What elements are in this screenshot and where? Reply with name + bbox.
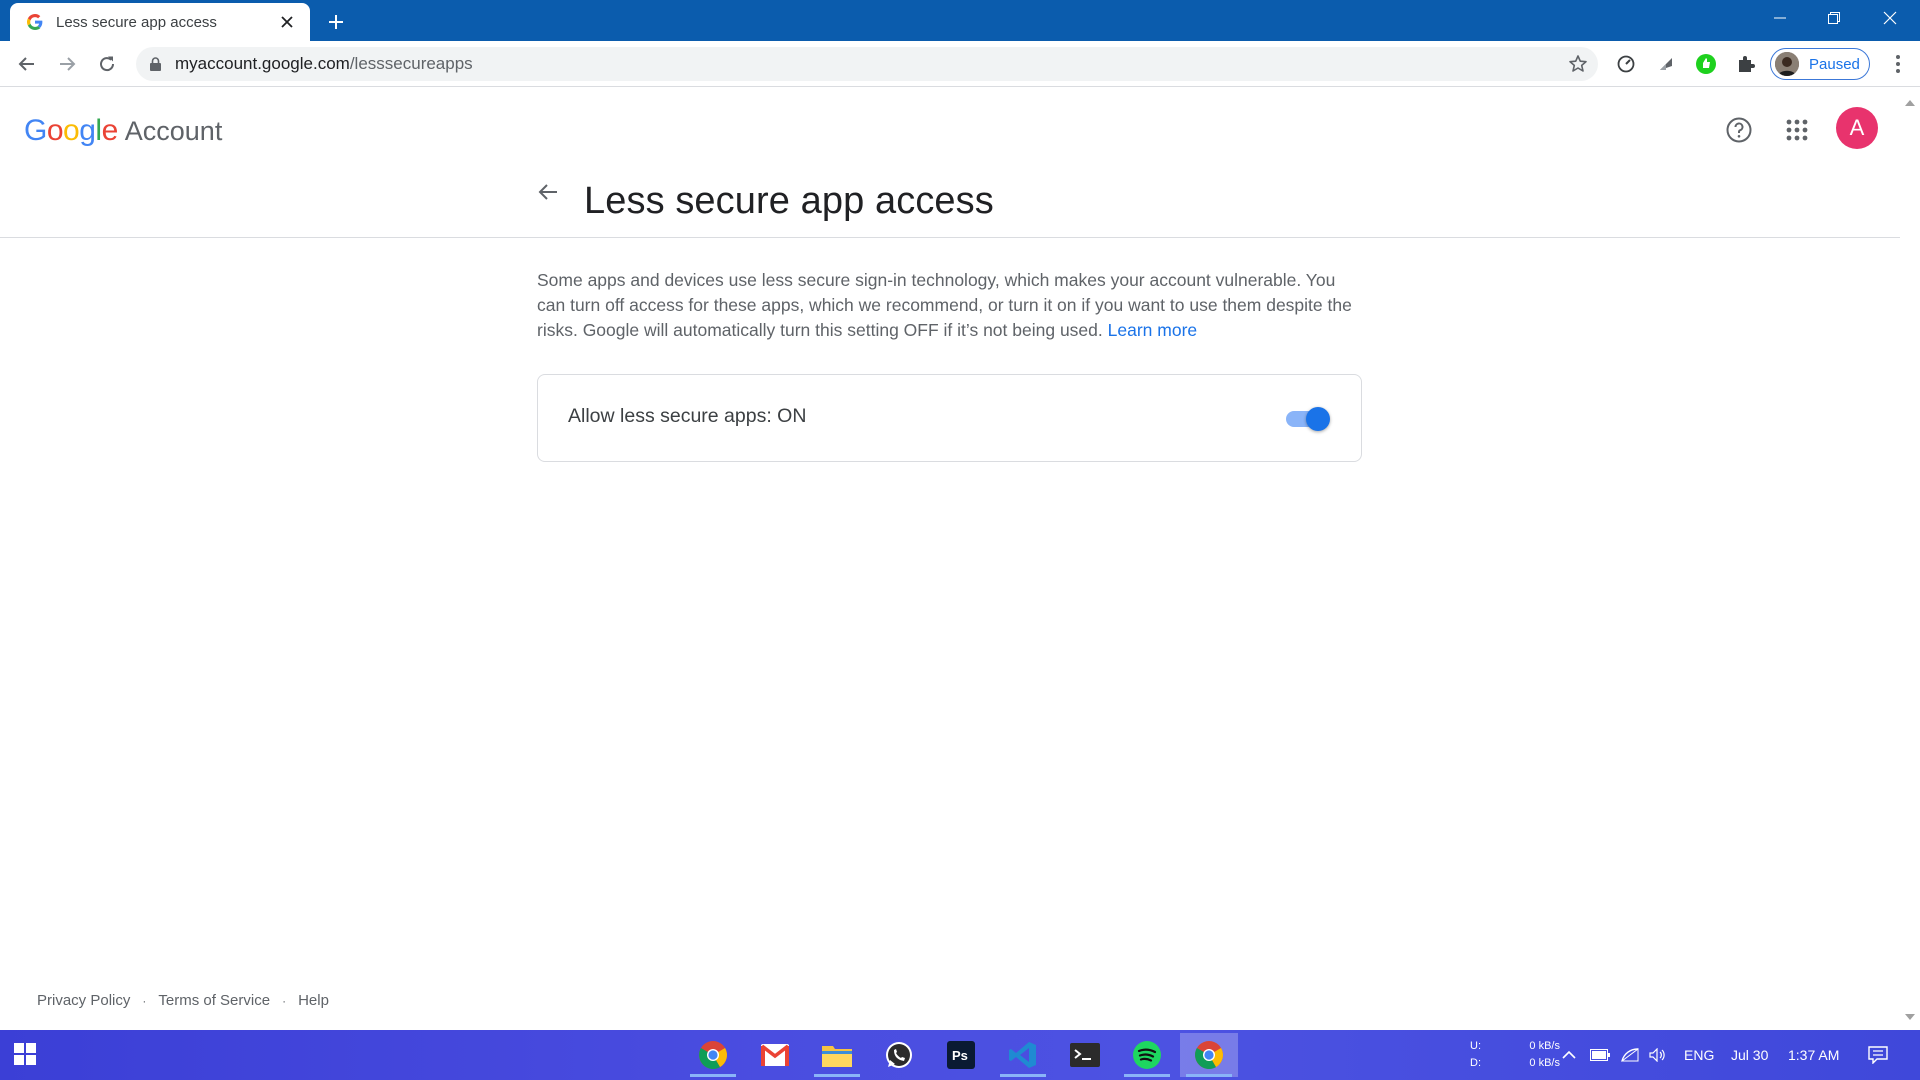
extensions-puzzle-icon[interactable] [1732,50,1760,78]
page-scrollbar[interactable] [1900,88,1920,1030]
windows-taskbar: Ps U: 0 kB/s D: 0 kB/s ENG Jul 30 1:37 AM [0,1030,1920,1080]
address-bar[interactable]: myaccount.google.com/lesssecureapps [136,47,1598,81]
notifications-icon[interactable] [1868,1030,1888,1080]
running-indicator [1124,1074,1170,1077]
page-content: Google Account A Less secure app access … [0,88,1900,1030]
help-icon[interactable] [1719,110,1759,150]
url-domain: myaccount.google.com [175,54,350,73]
show-hidden-icons-chevron-icon[interactable] [1562,1030,1576,1080]
bookmark-star-icon[interactable] [1568,54,1588,79]
logo-letter: e [101,114,119,147]
spotify-icon[interactable] [1118,1033,1176,1077]
running-indicator [814,1074,860,1077]
volume-icon[interactable] [1649,1030,1667,1080]
date-label[interactable]: Jul 30 [1731,1030,1768,1080]
vscode-icon[interactable] [994,1033,1052,1077]
gmail-icon[interactable] [746,1033,804,1077]
logo-letter: o [63,114,80,147]
forward-icon[interactable] [51,48,83,80]
profile-photo-icon [1775,52,1799,76]
learn-more-link[interactable]: Learn more [1108,320,1198,340]
setting-card[interactable]: Allow less secure apps: ON [537,374,1362,462]
running-indicator [1000,1074,1046,1077]
account-avatar[interactable]: A [1836,107,1878,149]
description-body: Some apps and devices use less secure si… [537,270,1352,340]
setting-label: Allow less secure apps: ON [568,405,807,427]
google-apps-grid-icon[interactable] [1777,110,1817,150]
download-label: D: [1470,1057,1481,1069]
minimize-window-icon[interactable] [1752,0,1808,36]
privacy-policy-link[interactable]: Privacy Policy [37,992,130,1009]
google-logo: Google [24,114,118,148]
windows-start-icon[interactable] [14,1043,36,1070]
google-account-logo[interactable]: Google Account [24,114,222,148]
chrome-icon[interactable] [684,1033,742,1077]
browser-titlebar: Less secure app access [0,0,1920,41]
close-window-icon[interactable] [1862,0,1918,36]
upload-speed: 0 kB/s [1529,1040,1560,1052]
flame-extension-icon[interactable] [1652,50,1680,78]
logo-letter: g [79,114,96,147]
photoshop-icon[interactable]: Ps [932,1033,990,1077]
browser-toolbar: myaccount.google.com/lesssecureapps Paus… [0,41,1920,87]
profile-button[interactable]: Paused [1770,48,1870,80]
account-product-label: Account [124,116,223,146]
language-indicator[interactable]: ENG [1684,1030,1714,1080]
performance-extension-icon[interactable] [1612,50,1640,78]
profile-status-label: Paused [1809,55,1860,73]
back-icon[interactable] [11,48,43,80]
browser-tab[interactable]: Less secure app access [10,3,310,41]
less-secure-apps-toggle[interactable] [1284,405,1332,433]
upload-label: U: [1470,1040,1481,1052]
running-indicator [1186,1074,1232,1077]
chrome-active-icon[interactable] [1180,1033,1238,1077]
terminal-icon[interactable] [1056,1033,1114,1077]
restore-window-icon[interactable] [1806,0,1862,36]
toggle-thumb [1306,407,1330,431]
svg-text:Ps: Ps [952,1048,968,1063]
google-favicon-icon [26,13,44,31]
file-explorer-icon[interactable] [808,1033,866,1077]
close-tab-icon[interactable] [276,11,298,33]
green-extension-icon[interactable] [1692,50,1720,78]
running-indicator [690,1074,736,1077]
footer-separator: · [142,993,147,1008]
battery-icon[interactable] [1590,1030,1610,1080]
browser-menu-icon[interactable] [1884,50,1912,78]
terms-of-service-link[interactable]: Terms of Service [158,992,270,1009]
time-label[interactable]: 1:37 AM [1788,1030,1839,1080]
header-divider [0,237,1900,238]
back-arrow-icon[interactable] [532,176,564,208]
page-footer: Privacy Policy · Terms of Service · Help [37,992,329,1009]
wifi-icon[interactable] [1621,1030,1639,1080]
page-title: Less secure app access [584,180,994,222]
scroll-up-icon[interactable] [1905,94,1915,112]
reload-icon[interactable] [91,48,123,80]
logo-letter: G [24,114,47,147]
tab-title: Less secure app access [56,13,217,31]
new-tab-button[interactable] [322,8,350,36]
url-path: /lesssecureapps [349,54,473,73]
footer-separator: · [282,993,287,1008]
logo-letter: o [46,114,64,147]
network-speed-meter: U: 0 kB/s D: 0 kB/s [1470,1038,1560,1072]
whatsapp-icon[interactable] [870,1033,928,1077]
description-text: Some apps and devices use less secure si… [537,268,1365,343]
download-speed: 0 kB/s [1529,1057,1560,1069]
lock-icon[interactable] [150,57,161,71]
help-link[interactable]: Help [298,992,329,1009]
scroll-down-icon[interactable] [1905,1008,1915,1026]
